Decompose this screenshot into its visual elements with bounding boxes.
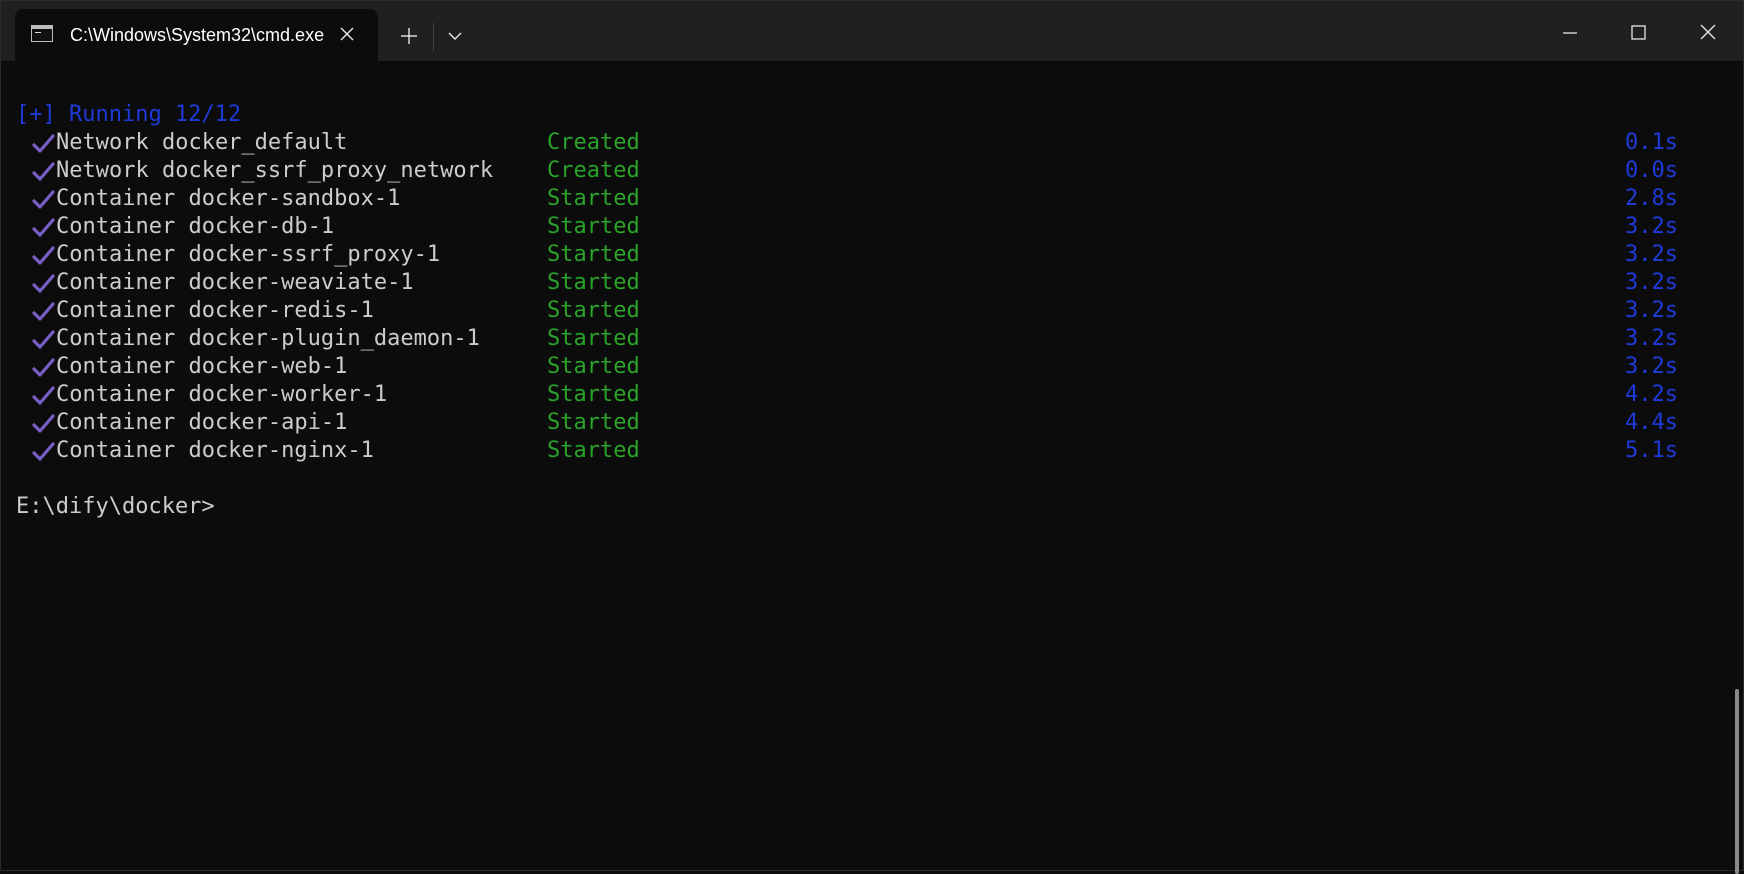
- entry-status: Created: [547, 158, 640, 183]
- entry-status: Started: [547, 354, 640, 379]
- scrollbar-thumb[interactable]: [1735, 689, 1739, 874]
- tab-close-button[interactable]: [336, 23, 358, 45]
- checkmark-icon: [32, 162, 55, 181]
- entry-duration: 4.4s: [1625, 410, 1678, 435]
- minimize-button[interactable]: [1540, 9, 1600, 55]
- tab-divider: [433, 23, 434, 51]
- new-tab-button[interactable]: [389, 15, 429, 55]
- checkmark-icon: [32, 190, 55, 209]
- console-icon: [31, 25, 53, 42]
- entry-duration: 4.2s: [1625, 382, 1678, 407]
- terminal-window: C:\Windows\System32\cmd.exe [+] Running …: [0, 0, 1744, 874]
- entry-status: Started: [547, 270, 640, 295]
- entry-name: Container docker-nginx-1: [56, 438, 374, 463]
- window-close-button[interactable]: [1678, 9, 1738, 55]
- entry-status: Started: [547, 410, 640, 435]
- entry-name: Container docker-web-1: [56, 354, 348, 379]
- entry-status: Started: [547, 186, 640, 211]
- entry-duration: 3.2s: [1625, 270, 1678, 295]
- checkmark-icon: [32, 274, 55, 293]
- entry-name: Container docker-api-1: [56, 410, 348, 435]
- entry-duration: 3.2s: [1625, 298, 1678, 323]
- entry-status: Started: [547, 298, 640, 323]
- checkmark-icon: [32, 442, 55, 461]
- entry-name: Container docker-ssrf_proxy-1: [56, 242, 441, 267]
- checkmark-icon: [32, 246, 55, 265]
- console-output[interactable]: [+] Running 12/12 Network docker_default…: [1, 61, 1743, 874]
- checkmark-icon: [32, 358, 55, 377]
- entry-name: Container docker-plugin_daemon-1: [56, 326, 480, 351]
- tab-title: C:\Windows\System32\cmd.exe: [70, 25, 325, 45]
- entry-duration: 5.1s: [1625, 438, 1678, 463]
- entry-status: Started: [547, 382, 640, 407]
- tab-dropdown-button[interactable]: [435, 15, 475, 55]
- checkmark-icon: [32, 218, 55, 237]
- entry-status: Started: [547, 326, 640, 351]
- entry-duration: 3.2s: [1625, 214, 1678, 239]
- checkmark-icon: [32, 414, 55, 433]
- checkmark-icon: [32, 302, 55, 321]
- checkmark-icon: [32, 134, 55, 153]
- maximize-icon: [1631, 25, 1646, 40]
- entry-status: Started: [547, 214, 640, 239]
- entry-status: Created: [547, 130, 640, 155]
- entry-status: Started: [547, 438, 640, 463]
- entry-duration: 2.8s: [1625, 186, 1678, 211]
- tab-cmd[interactable]: C:\Windows\System32\cmd.exe: [15, 9, 378, 61]
- close-icon: [1700, 24, 1716, 40]
- plus-icon: [401, 28, 417, 44]
- entry-duration: 3.2s: [1625, 242, 1678, 267]
- entry-name: Container docker-weaviate-1: [56, 270, 414, 295]
- running-status-line: [+] Running 12/12: [16, 102, 242, 127]
- entry-status: Started: [547, 242, 640, 267]
- entry-name: Container docker-redis-1: [56, 298, 374, 323]
- close-icon: [340, 27, 354, 41]
- entry-name: Network docker_ssrf_proxy_network: [56, 158, 494, 183]
- entry-duration: 0.1s: [1625, 130, 1678, 155]
- entry-name: Container docker-db-1: [56, 214, 335, 239]
- entry-duration: 3.2s: [1625, 326, 1678, 351]
- entry-duration: 0.0s: [1625, 158, 1678, 183]
- entry-name: Container docker-worker-1: [56, 382, 388, 407]
- minimize-icon: [1563, 32, 1577, 34]
- checkmark-icon: [32, 386, 55, 405]
- entry-name: Network docker_default: [56, 130, 348, 155]
- title-bar: C:\Windows\System32\cmd.exe: [1, 1, 1743, 61]
- chevron-down-icon: [448, 32, 462, 40]
- maximize-button[interactable]: [1608, 9, 1668, 55]
- command-prompt: E:\dify\docker>: [16, 494, 215, 519]
- entry-duration: 3.2s: [1625, 354, 1678, 379]
- checkmark-icon: [32, 330, 55, 349]
- entry-name: Container docker-sandbox-1: [56, 186, 401, 211]
